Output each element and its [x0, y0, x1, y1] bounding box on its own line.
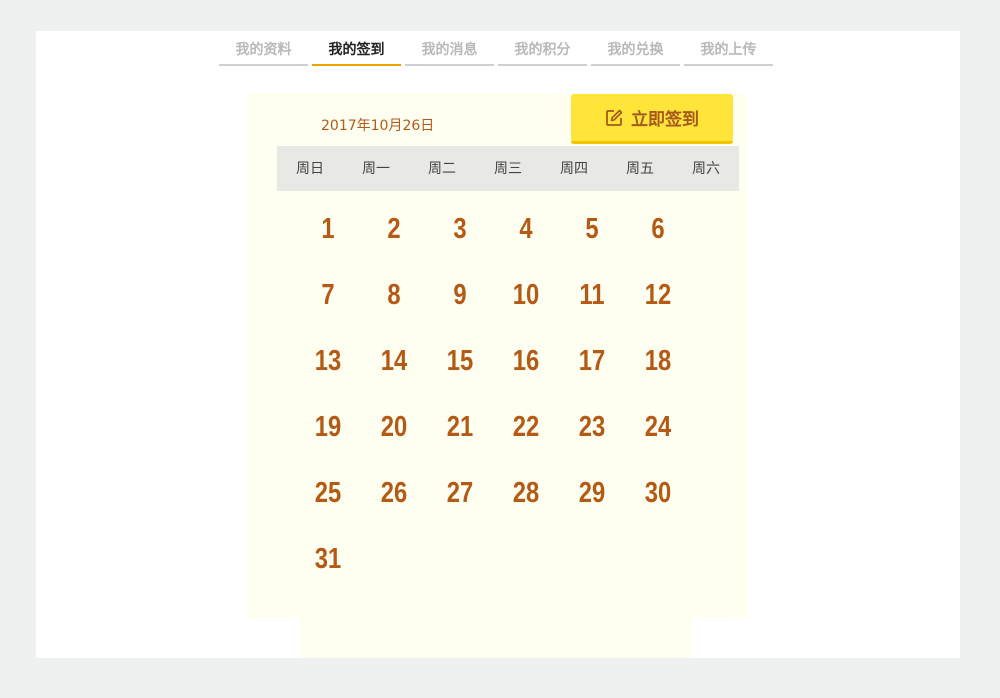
tab-my-signin[interactable]: 我的签到 [312, 38, 401, 66]
tab-my-points[interactable]: 我的积分 [498, 38, 587, 66]
weekday-header: 周日 周一 周二 周三 周四 周五 周六 [277, 146, 739, 191]
day-cell[interactable]: 17 [565, 328, 619, 394]
profile-tabs: 我的资料 我的签到 我的消息 我的积分 我的兑换 我的上传 [219, 38, 777, 66]
weekday-tue: 周二 [428, 161, 456, 177]
day-cell[interactable]: 19 [301, 394, 355, 460]
day-cell[interactable]: 5 [565, 196, 619, 262]
day-cell[interactable]: 21 [433, 394, 487, 460]
day-cell[interactable]: 30 [631, 460, 685, 526]
day-cell[interactable]: 15 [433, 328, 487, 394]
day-cell[interactable]: 27 [433, 460, 487, 526]
tab-my-messages[interactable]: 我的消息 [405, 38, 494, 66]
signin-button[interactable]: 立即签到 [571, 94, 733, 144]
day-cell[interactable]: 29 [565, 460, 619, 526]
tab-my-profile[interactable]: 我的资料 [219, 38, 308, 66]
day-grid: 1 2 3 4 5 6 7 8 9 10 11 12 13 14 15 16 1… [295, 196, 691, 592]
weekday-mon: 周一 [362, 161, 390, 177]
day-cell[interactable]: 13 [301, 328, 355, 394]
weekday-thu: 周四 [560, 161, 588, 177]
day-cell[interactable]: 10 [499, 262, 553, 328]
current-date: 2017年10月26日 [321, 118, 435, 134]
day-cell[interactable]: 12 [631, 262, 685, 328]
day-cell[interactable]: 14 [367, 328, 421, 394]
day-cell[interactable]: 22 [499, 394, 553, 460]
day-cell[interactable]: 25 [301, 460, 355, 526]
weekday-wed: 周三 [494, 161, 522, 177]
day-cell[interactable]: 6 [631, 196, 685, 262]
day-cell[interactable]: 1 [301, 196, 355, 262]
day-cell[interactable]: 26 [367, 460, 421, 526]
day-cell[interactable]: 4 [499, 196, 553, 262]
tab-my-uploads[interactable]: 我的上传 [684, 38, 773, 66]
day-cell[interactable]: 11 [565, 262, 619, 328]
day-cell[interactable]: 9 [433, 262, 487, 328]
day-cell[interactable]: 7 [301, 262, 355, 328]
tab-my-exchanges[interactable]: 我的兑换 [591, 38, 680, 66]
day-cell[interactable]: 31 [301, 526, 355, 592]
edit-icon [605, 109, 623, 127]
day-cell[interactable]: 23 [565, 394, 619, 460]
calendar-footer [300, 618, 692, 658]
day-cell[interactable]: 18 [631, 328, 685, 394]
signin-button-label: 立即签到 [631, 110, 699, 130]
weekday-sat: 周六 [692, 161, 720, 177]
day-cell[interactable]: 3 [433, 196, 487, 262]
weekday-sun: 周日 [296, 161, 324, 177]
day-cell[interactable]: 8 [367, 262, 421, 328]
day-cell[interactable]: 16 [499, 328, 553, 394]
weekday-fri: 周五 [626, 161, 654, 177]
day-cell[interactable]: 20 [367, 394, 421, 460]
day-cell[interactable]: 2 [367, 196, 421, 262]
day-cell[interactable]: 28 [499, 460, 553, 526]
day-cell[interactable]: 24 [631, 394, 685, 460]
